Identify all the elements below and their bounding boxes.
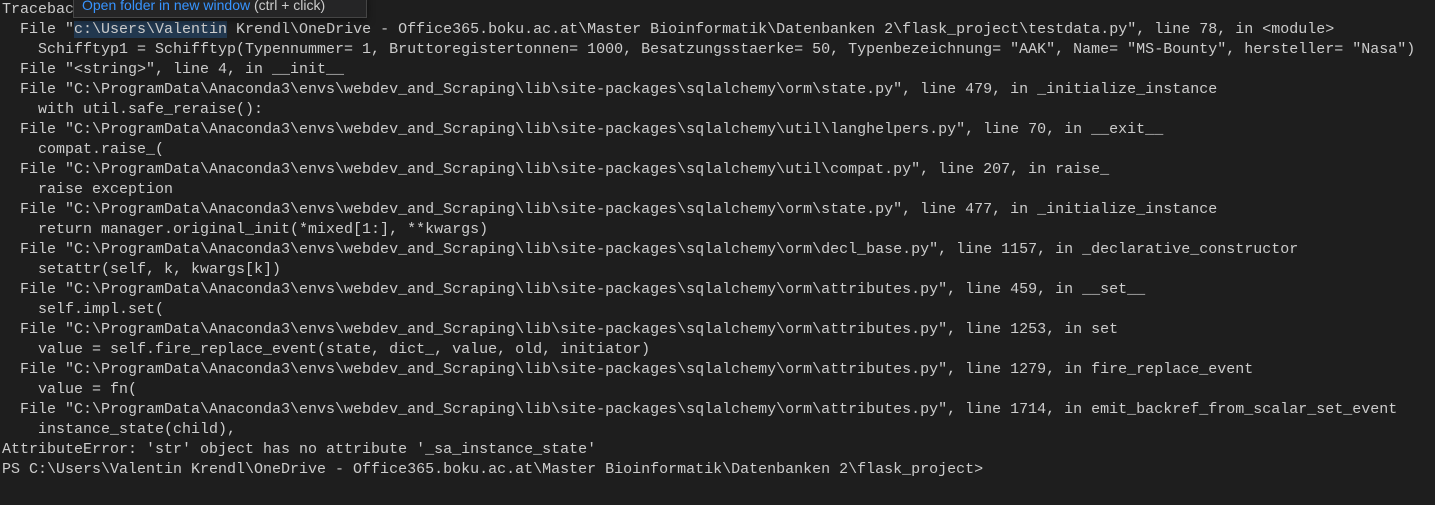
traceback-line: Schifftyp1 = Schifftyp(Typennummer= 1, B… (2, 41, 1416, 58)
traceback-line: File "C:\ProgramData\Anaconda3\envs\webd… (2, 121, 1164, 138)
tooltip-hint: (ctrl + click) (254, 0, 326, 13)
traceback-line: raise exception (2, 181, 174, 198)
traceback-line: File "C:\ProgramData\Anaconda3\envs\webd… (2, 401, 1398, 418)
traceback-line: with util.safe_reraise(): (2, 101, 264, 118)
traceback-line: File "C:\ProgramData\Anaconda3\envs\webd… (2, 161, 1110, 178)
traceback-line: return manager.original_init(*mixed[1:],… (2, 221, 489, 238)
link-hover-tooltip: Open folder in new window (ctrl + click) (73, 0, 367, 18)
traceback-line: self.impl.set( (2, 301, 165, 318)
line-prefix: File " (2, 21, 75, 38)
traceback-line: setattr(self, k, kwargs[k]) (2, 261, 282, 278)
traceback-line: File "C:\ProgramData\Anaconda3\envs\webd… (2, 201, 1218, 218)
traceback-line: File "C:\ProgramData\Anaconda3\envs\webd… (2, 361, 1254, 378)
traceback-line: File "C:\ProgramData\Anaconda3\envs\webd… (2, 241, 1299, 258)
traceback-line: File "<string>", line 4, in __init__ (2, 61, 345, 78)
terminal-prompt[interactable]: PS C:\Users\Valentin Krendl\OneDrive - O… (2, 460, 1415, 480)
terminal-output[interactable]: Tracebac File "c:\Users\Valentin Krendl\… (2, 0, 1415, 480)
line-suffix: Krendl\OneDrive - Office365.boku.ac.at\M… (227, 21, 1335, 38)
traceback-line: value = self.fire_replace_event(state, d… (2, 341, 651, 358)
traceback-line: File "C:\ProgramData\Anaconda3\envs\webd… (2, 281, 1146, 298)
traceback-line: instance_state(child), (2, 421, 237, 438)
path-link[interactable]: c:\Users\Valentin (74, 21, 228, 38)
traceback-line: value = fn( (2, 381, 138, 398)
traceback-line: AttributeError: 'str' object has no attr… (2, 441, 597, 458)
traceback-line: File "C:\ProgramData\Anaconda3\envs\webd… (2, 81, 1218, 98)
traceback-line: compat.raise_( (2, 141, 165, 158)
tooltip-action[interactable]: Open folder in new window (82, 0, 250, 13)
traceback-file-line: File "c:\Users\Valentin Krendl\OneDrive … (2, 20, 1415, 40)
traceback-line: File "C:\ProgramData\Anaconda3\envs\webd… (2, 321, 1119, 338)
